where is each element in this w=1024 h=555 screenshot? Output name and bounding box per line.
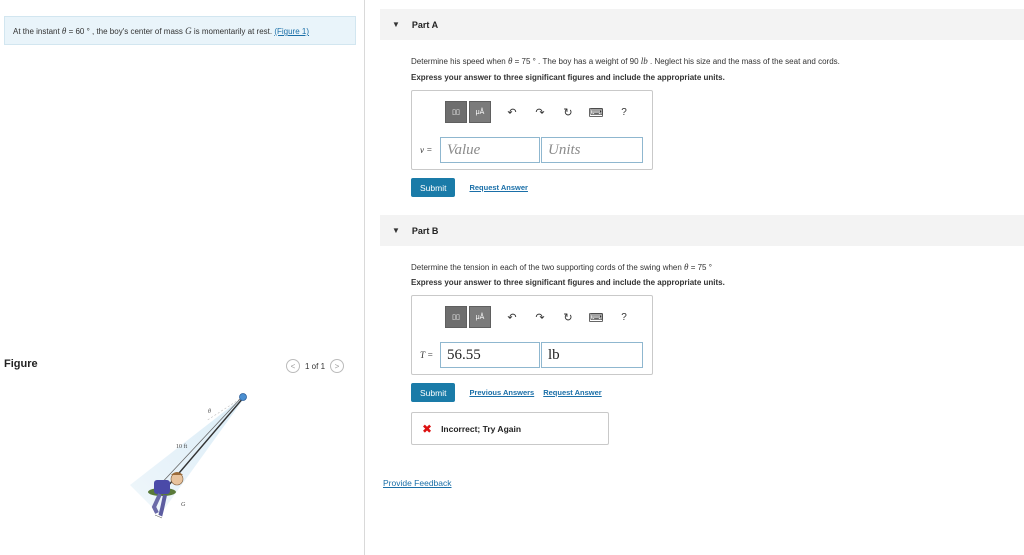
prompt-text-mid: . The boy has a weight of 90 bbox=[535, 57, 641, 66]
error-icon: ✖ bbox=[422, 421, 433, 436]
reset-icon[interactable]: ↻ bbox=[561, 106, 575, 119]
request-answer-link[interactable]: Request Answer bbox=[469, 183, 528, 192]
intro-text-end: is momentarily at rest. bbox=[191, 27, 275, 36]
swing-figure: θ 10 ft G bbox=[130, 393, 247, 520]
math-toolbar: ▯▯ μÅ ↶ ↷ ↻ ⌨ ? bbox=[445, 101, 631, 123]
prev-figure-button[interactable]: < bbox=[286, 359, 300, 373]
prompt-text-end: . Neglect his size and the mass of the s… bbox=[647, 57, 840, 66]
incorrect-feedback: ✖ Incorrect; Try Again bbox=[411, 412, 609, 445]
figure-length-label: 10 ft bbox=[176, 443, 187, 450]
collapse-icon: ▼ bbox=[392, 20, 400, 29]
swing-cord-back bbox=[155, 396, 243, 490]
part-a-field-row: v = bbox=[420, 137, 643, 163]
figure-g-label: G bbox=[181, 502, 186, 508]
boy-shirt bbox=[154, 480, 170, 494]
units-button[interactable]: μÅ bbox=[469, 306, 491, 328]
part-b-title: Part B bbox=[411, 225, 439, 236]
submit-button[interactable]: Submit bbox=[411, 383, 456, 402]
intro-text: At the instant bbox=[13, 27, 62, 36]
units-button[interactable]: μÅ bbox=[469, 101, 491, 123]
variable-label: T = bbox=[420, 350, 434, 360]
part-a-header[interactable]: ▼ Part A bbox=[380, 9, 1024, 40]
previous-answers-link[interactable]: Previous Answers bbox=[469, 388, 534, 397]
math-toolbar: ▯▯ μÅ ↶ ↷ ↻ ⌨ ? bbox=[445, 306, 631, 328]
question-panel: ▼ Part A Determine his speed when θ = 75… bbox=[366, 0, 1024, 555]
next-figure-button[interactable]: > bbox=[330, 359, 345, 373]
provide-feedback-link[interactable]: Provide Feedback bbox=[383, 478, 452, 488]
problem-intro: At the instant θ = 60 ° , the boy's cent… bbox=[4, 16, 356, 45]
part-b-answer-box: ▯▯ μÅ ↶ ↷ ↻ ⌨ ? T = bbox=[411, 295, 653, 375]
intro-angle: = 60 ° bbox=[66, 27, 90, 36]
prompt-text: Determine his speed when bbox=[411, 57, 508, 66]
redo-icon[interactable]: ↷ bbox=[533, 106, 547, 119]
part-b-prompt: Determine the tension in each of the two… bbox=[411, 262, 712, 272]
request-answer-link[interactable]: Request Answer bbox=[543, 388, 602, 397]
part-a-prompt: Determine his speed when θ = 75 ° . The … bbox=[411, 56, 840, 66]
figure-theta-label: θ bbox=[208, 409, 211, 415]
prompt-angle: = 75 ° bbox=[512, 57, 536, 66]
variable-label: v = bbox=[420, 145, 433, 155]
help-icon[interactable]: ? bbox=[617, 312, 631, 323]
help-icon[interactable]: ? bbox=[617, 107, 631, 118]
units-input[interactable] bbox=[541, 342, 643, 368]
figure-label: Figure bbox=[4, 358, 38, 370]
undo-icon[interactable]: ↶ bbox=[505, 106, 519, 119]
part-a-title: Part A bbox=[411, 19, 439, 30]
feedback-text: Incorrect; Try Again bbox=[441, 423, 522, 434]
weight-unit: lb bbox=[640, 56, 648, 66]
submit-button[interactable]: Submit bbox=[411, 178, 456, 197]
keyboard-icon[interactable]: ⌨ bbox=[589, 312, 603, 322]
figure-page-count: 1 of 1 bbox=[305, 361, 326, 371]
units-input[interactable] bbox=[541, 137, 643, 163]
swing-arc-shading bbox=[130, 397, 245, 515]
collapse-icon: ▼ bbox=[392, 226, 400, 235]
figure-pager: < 1 of 1 > bbox=[286, 358, 345, 374]
undo-icon[interactable]: ↶ bbox=[505, 311, 519, 324]
part-b-header[interactable]: ▼ Part B bbox=[380, 215, 1024, 246]
part-a-instruction: Express your answer to three significant… bbox=[411, 73, 725, 82]
figure-link[interactable]: (Figure 1) bbox=[274, 27, 309, 36]
value-input[interactable] bbox=[440, 137, 540, 163]
reset-icon[interactable]: ↻ bbox=[561, 311, 575, 324]
part-a-actions: Submit Request Answer bbox=[411, 178, 528, 197]
templates-button[interactable]: ▯▯ bbox=[445, 306, 467, 328]
part-b-instruction: Express your answer to three significant… bbox=[411, 278, 725, 287]
part-b-field-row: T = bbox=[420, 342, 643, 368]
prompt-text: Determine the tension in each of the two… bbox=[411, 263, 685, 272]
templates-button[interactable]: ▯▯ bbox=[445, 101, 467, 123]
prompt-angle: = 75 ° bbox=[688, 263, 712, 272]
part-a-answer-box: ▯▯ μÅ ↶ ↷ ↻ ⌨ ? v = bbox=[411, 90, 653, 170]
keyboard-icon[interactable]: ⌨ bbox=[589, 107, 603, 117]
redo-icon[interactable]: ↷ bbox=[533, 311, 547, 324]
figure-panel: At the instant θ = 60 ° , the boy's cent… bbox=[0, 0, 365, 555]
value-input[interactable] bbox=[440, 342, 540, 368]
intro-text-mid: , the boy's center of mass bbox=[89, 27, 186, 36]
pivot-point bbox=[239, 393, 247, 401]
part-b-actions: Submit Previous Answers Request Answer bbox=[411, 383, 602, 402]
